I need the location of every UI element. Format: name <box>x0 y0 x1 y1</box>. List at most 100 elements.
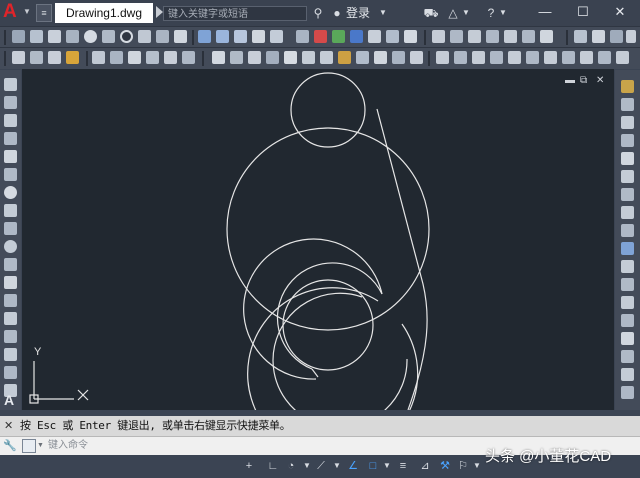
extend-icon[interactable] <box>621 260 634 273</box>
spline-icon[interactable] <box>4 222 17 235</box>
wedge-solid-icon[interactable] <box>30 30 43 43</box>
visual-style-hidden-icon[interactable] <box>610 30 623 43</box>
search-input[interactable]: 键入关键字或短语 <box>163 6 307 21</box>
gradient-icon[interactable] <box>4 348 17 361</box>
trim-icon[interactable] <box>621 242 634 255</box>
spiral-end-segment[interactable] <box>311 368 319 378</box>
union-icon[interactable] <box>198 30 211 43</box>
dim-override-icon[interactable] <box>410 51 423 64</box>
inspection-icon[interactable] <box>302 51 315 64</box>
scale-icon[interactable] <box>621 206 634 219</box>
center-mark-icon[interactable] <box>284 51 297 64</box>
erase-icon[interactable] <box>621 80 634 93</box>
view-sw-iso-icon[interactable] <box>540 30 553 43</box>
box-solid-icon[interactable] <box>12 30 25 43</box>
make-block-icon[interactable] <box>4 294 17 307</box>
gizmo-scale-icon[interactable] <box>350 30 363 43</box>
outer-ring-arc[interactable] <box>247 287 419 410</box>
dim-style-icon[interactable] <box>392 51 405 64</box>
view-right-icon[interactable] <box>486 30 499 43</box>
customize-wrench-icon[interactable]: 🔧 <box>3 438 17 454</box>
circle-icon[interactable] <box>4 186 17 199</box>
autocad-logo-icon[interactable]: A <box>3 2 23 22</box>
dim-jogged-icon[interactable] <box>110 51 123 64</box>
view-left-icon[interactable] <box>468 30 481 43</box>
document-tab[interactable]: Drawing1.dwg <box>55 3 153 23</box>
multiline-text-icon[interactable]: A <box>4 392 14 408</box>
planar-surface-icon[interactable] <box>138 30 151 43</box>
view-front-icon[interactable] <box>504 30 517 43</box>
snap-quadrant-icon[interactable] <box>526 51 539 64</box>
dim-update-icon[interactable] <box>374 51 387 64</box>
join-icon[interactable] <box>621 314 634 327</box>
quick-dim-icon[interactable] <box>164 51 177 64</box>
command-input[interactable]: 键入命令 <box>48 438 88 454</box>
isodraft-icon[interactable]: ⟋ <box>314 459 328 473</box>
align-3d-icon[interactable] <box>368 30 381 43</box>
visual-style-realistic-icon[interactable] <box>626 30 636 43</box>
visual-style-wire-icon[interactable] <box>592 30 605 43</box>
annotation-chevron-down-icon[interactable]: ▼ <box>470 459 484 473</box>
annotation-scale-icon[interactable]: ⚒ <box>438 459 452 473</box>
move-icon[interactable] <box>621 170 634 183</box>
array-icon[interactable] <box>621 152 634 165</box>
view-top-icon[interactable] <box>432 30 445 43</box>
snap-extension-icon[interactable] <box>490 51 503 64</box>
cone-solid-icon[interactable] <box>48 30 61 43</box>
polygon-icon[interactable] <box>4 132 17 145</box>
subtract-icon[interactable] <box>216 30 229 43</box>
explode-icon[interactable] <box>621 386 634 399</box>
dim-ordinate-icon[interactable] <box>66 51 79 64</box>
cart-icon[interactable]: ⛟ <box>423 5 439 21</box>
dim-arc-icon[interactable] <box>48 51 61 64</box>
snap-perpendicular-icon[interactable] <box>562 51 575 64</box>
help-chevron-down-icon[interactable]: ▼ <box>498 5 508 21</box>
presspull-icon[interactable] <box>252 30 265 43</box>
toolbar-grip[interactable] <box>4 30 6 45</box>
ortho-mode-icon[interactable]: ∟ <box>266 459 280 473</box>
exchange-chevron-down-icon[interactable]: ▼ <box>461 5 471 21</box>
login-button[interactable]: 登录 <box>346 4 370 22</box>
ellipse-icon[interactable] <box>4 240 17 253</box>
isodraft-chevron-down-icon[interactable]: ▼ <box>330 459 344 473</box>
chamfer-icon[interactable] <box>621 332 634 345</box>
command-prompt-icon[interactable] <box>22 439 36 453</box>
quick-access-menu-button[interactable]: ≡ <box>36 4 52 22</box>
dim-text-edit-icon[interactable] <box>356 51 369 64</box>
construction-line-icon[interactable] <box>4 96 17 109</box>
snap-midpoint-icon[interactable] <box>454 51 467 64</box>
object-snap-tracking-icon[interactable]: ∠ <box>346 459 360 473</box>
snap-parallel-icon[interactable] <box>580 51 593 64</box>
app-menu-chevron-down-icon[interactable]: ▼ <box>23 4 33 20</box>
snap-endpoint-icon[interactable] <box>436 51 449 64</box>
break-at-point-icon[interactable] <box>621 278 634 291</box>
command-recent-chevron-icon[interactable]: ▼ <box>37 440 44 452</box>
dim-continue-icon[interactable] <box>212 51 225 64</box>
visual-style-2d-icon[interactable] <box>574 30 587 43</box>
help-icon[interactable]: ? <box>483 5 499 21</box>
array-3d-icon[interactable] <box>404 30 417 43</box>
tangent-curve[interactable] <box>376 108 428 410</box>
minimize-button[interactable]: — <box>532 0 558 24</box>
pyramid-solid-icon[interactable] <box>66 30 79 43</box>
dim-diameter-icon[interactable] <box>128 51 141 64</box>
region-icon[interactable] <box>4 366 17 379</box>
ellipse-arc-icon[interactable] <box>4 258 17 271</box>
binoculars-icon[interactable]: ⚲ <box>311 5 325 21</box>
offset-icon[interactable] <box>621 134 634 147</box>
line-icon[interactable] <box>4 78 17 91</box>
toolbar-grip[interactable] <box>4 51 6 66</box>
close-button[interactable]: ✕ <box>607 0 633 24</box>
snap-tangent-icon[interactable] <box>544 51 557 64</box>
dim-edit-icon[interactable] <box>338 51 351 64</box>
dim-aligned-icon[interactable] <box>30 51 43 64</box>
gizmo-move-icon[interactable] <box>314 30 327 43</box>
object-snap-icon[interactable]: □ <box>366 459 380 473</box>
jogged-linear-icon[interactable] <box>320 51 333 64</box>
section-plane-icon[interactable] <box>270 30 283 43</box>
fillet-icon[interactable] <box>621 350 634 363</box>
login-chevron-down-icon[interactable]: ▼ <box>378 5 388 21</box>
arc-icon[interactable] <box>4 168 17 181</box>
exchange-icon[interactable]: △ <box>445 5 461 21</box>
snap-node-icon[interactable] <box>598 51 611 64</box>
